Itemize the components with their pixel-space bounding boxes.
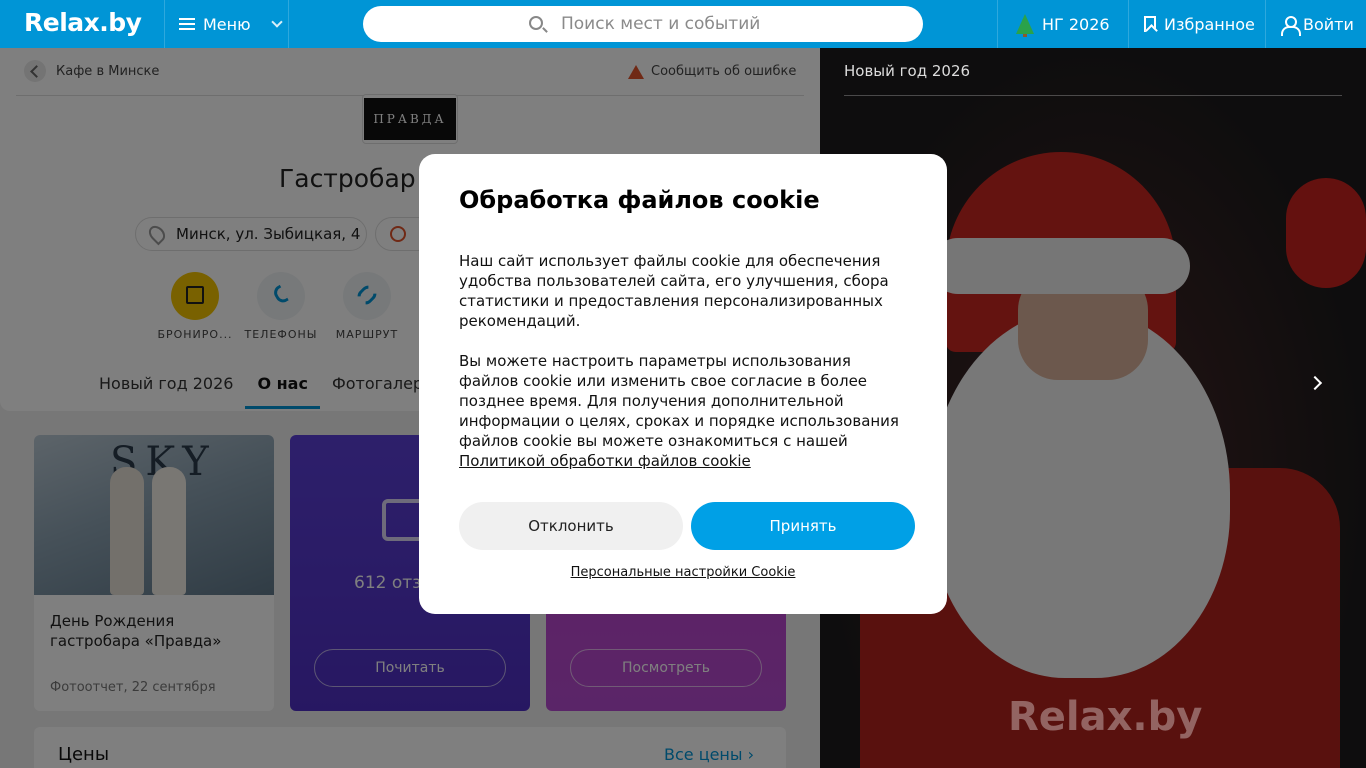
cookie-paragraph-2-text: Вы можете настроить параметры использова…: [459, 352, 899, 450]
user-icon: [1281, 15, 1301, 36]
favorites-link[interactable]: Избранное: [1128, 0, 1265, 48]
site-logo[interactable]: Relax.by: [24, 8, 142, 37]
accept-button[interactable]: Принять: [691, 502, 915, 550]
login-label: Войти: [1303, 14, 1354, 34]
christmas-tree-icon: [1016, 14, 1034, 37]
top-header: Relax.by Меню Поиск мест и событий НГ 20…: [0, 0, 1366, 48]
watermark-logo: Relax.by: [1008, 694, 1203, 740]
login-link[interactable]: Войти: [1265, 0, 1366, 48]
menu-label: Меню: [203, 14, 251, 34]
cookie-paragraph-2: Вы можете настроить параметры использова…: [459, 351, 909, 471]
cookie-settings-link[interactable]: Персональные настройки Cookie: [419, 565, 947, 580]
chevron-down-icon: [270, 15, 283, 28]
search-input[interactable]: Поиск мест и событий: [363, 6, 923, 42]
hamburger-icon: [179, 18, 195, 30]
banner-divider: [844, 95, 1342, 96]
cookie-dialog-title: Обработка файлов cookie: [459, 186, 820, 214]
new-year-link[interactable]: НГ 2026: [997, 0, 1128, 48]
cookie-dialog-text: Наш сайт использует файлы cookie для обе…: [459, 251, 909, 471]
search-icon: [529, 16, 543, 30]
cookie-paragraph-1: Наш сайт использует файлы cookie для обе…: [459, 252, 889, 330]
cookie-policy-link[interactable]: Политикой обработки файлов cookie: [459, 452, 751, 470]
menu-button[interactable]: Меню: [164, 0, 289, 48]
decline-button[interactable]: Отклонить: [459, 502, 683, 550]
search-placeholder: Поиск мест и событий: [561, 14, 761, 34]
bookmark-icon: [1144, 16, 1156, 32]
favorites-label: Избранное: [1164, 14, 1255, 34]
new-year-label: НГ 2026: [1042, 14, 1110, 34]
cookie-consent-dialog: Обработка файлов cookie Наш сайт использ…: [419, 154, 947, 614]
banner-title: Новый год 2026: [844, 62, 971, 80]
